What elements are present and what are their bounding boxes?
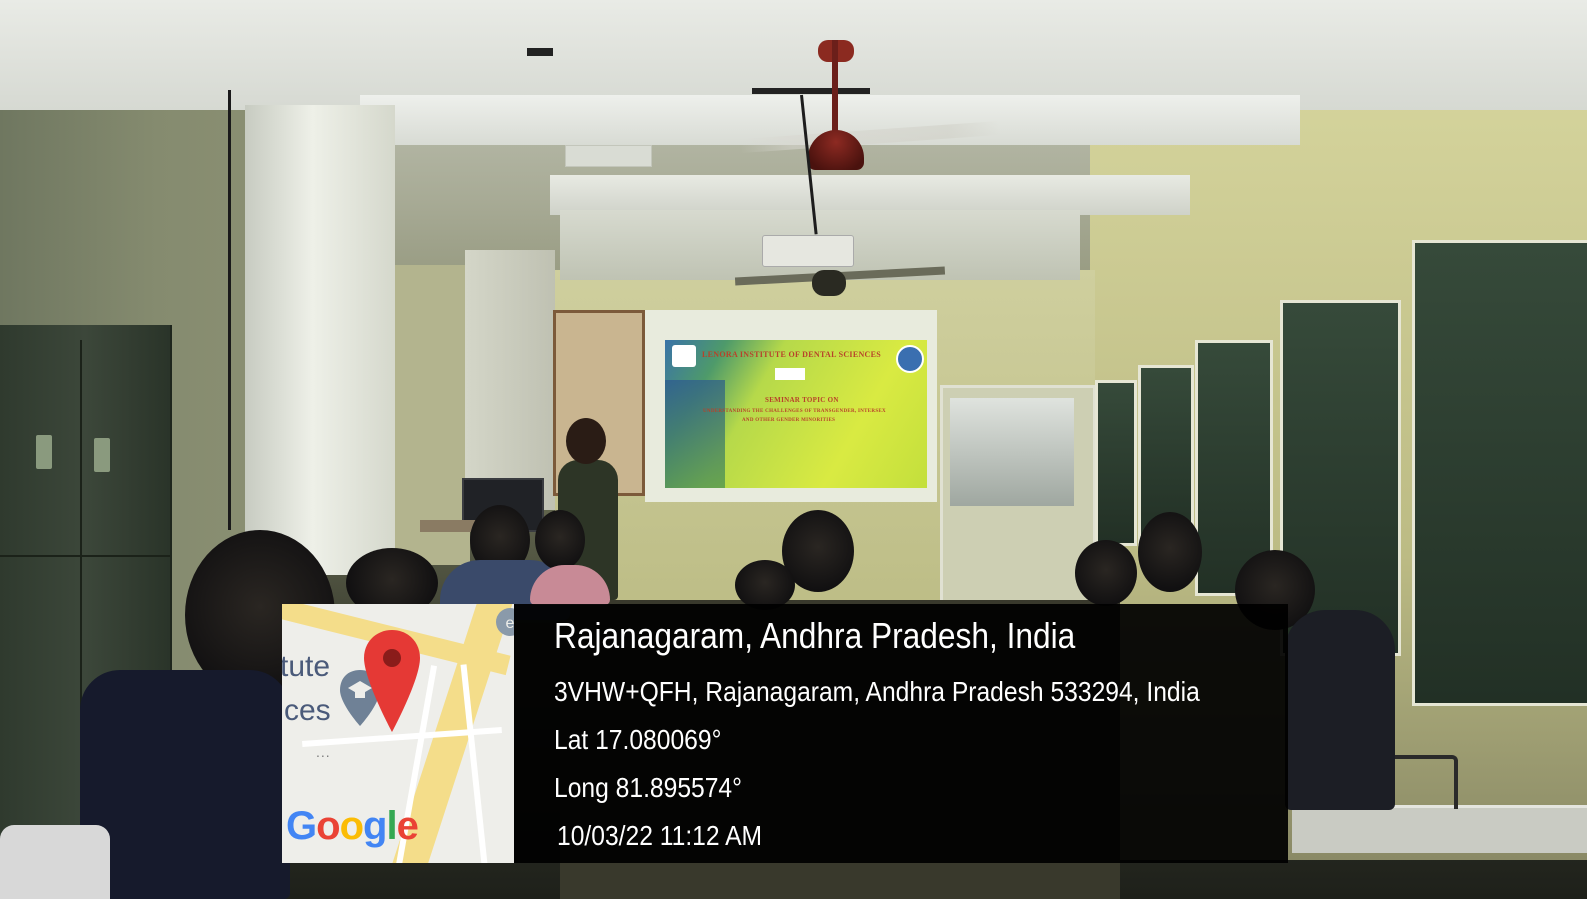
map-label: tute [282,650,331,683]
audience-head [1075,540,1137,606]
pillar [465,250,555,510]
slide-topic-line: UNDERSTANDING THE CHALLENGES OF TRANSGEN… [703,409,886,414]
desk [1292,805,1587,853]
map-pin-icon [364,630,420,732]
ceiling-fan-rear [812,270,846,296]
audience-member [80,670,290,899]
audience-member [1285,610,1395,810]
map-label: ces [284,694,331,727]
cabinet-shelf-line [0,555,170,557]
door-glass-panel [950,398,1074,506]
fan-rod [832,40,838,140]
location-address: 3VHW+QFH, Rajanagaram, Andhra Pradesh 53… [554,676,1200,707]
cabinet-handle [94,438,110,472]
audience-head [535,510,585,570]
latitude: Lat 17.080069° [554,724,722,755]
audience-head [735,560,795,610]
white-cloth [0,825,110,899]
ceiling-vent [565,145,652,167]
svg-text:e: e [506,615,514,632]
presenter-head [566,418,606,464]
wall-cable [228,90,231,530]
map-poi-icon: e [496,608,514,636]
chair-back [1385,755,1458,809]
window-pane [1095,380,1137,546]
slide-decoration [665,380,725,488]
cabinet-handle [36,435,52,469]
timestamp: 10/03/22 11:12 AM [557,820,763,851]
window-pane [1412,240,1587,706]
longitude: Long 81.895574° [554,772,742,803]
audience-head [1138,512,1202,592]
google-logo: Google [286,804,419,848]
map-ellipsis: ... [316,744,331,760]
slide-logo-right [896,345,924,373]
projector [762,235,854,267]
slide-logo-left [672,345,696,367]
slide-institute: LENORA INSTITUTE OF DENTAL SCIENCES [702,350,881,359]
smoke-detector [527,48,553,56]
ceiling-mount-bar [752,88,870,94]
pillar [245,105,395,575]
location-title: Rajanagaram, Andhra Pradesh, India [554,615,1076,656]
slide-emblem [775,368,805,380]
map-thumbnail: tute ces ... e Google [282,604,514,863]
photo-scene: LENORA INSTITUTE OF DENTAL SCIENCES SEMI… [0,0,1587,899]
slide-topic-line: AND OTHER GENDER MINORITIES [742,418,836,423]
ceiling-step [550,175,1190,215]
slide-topic-heading: SEMINAR TOPIC ON [765,396,839,404]
